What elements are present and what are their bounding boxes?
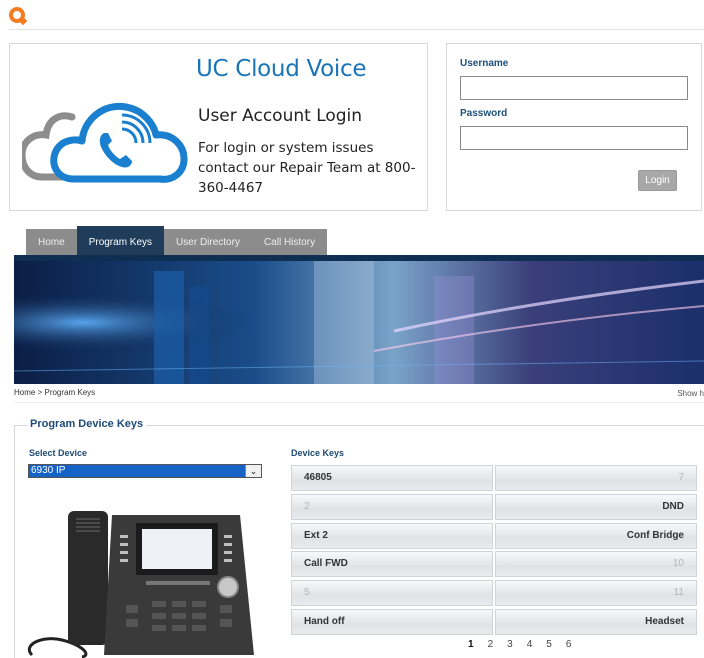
device-key-11[interactable]: 11: [495, 580, 697, 606]
breadcrumb-divider: [14, 402, 704, 403]
tab-call-history[interactable]: Call History: [251, 229, 328, 255]
section-title: Program Device Keys: [27, 418, 147, 430]
brand-title: UC Cloud Voice: [196, 56, 367, 82]
show-link[interactable]: Show h: [677, 389, 704, 398]
tab-user-directory[interactable]: User Directory: [164, 229, 252, 255]
device-key-2[interactable]: 2: [291, 494, 493, 520]
device-key-4[interactable]: Call FWD: [291, 551, 493, 577]
password-input[interactable]: [460, 126, 688, 150]
page-link[interactable]: 2: [488, 639, 494, 650]
device-key-3[interactable]: Ext 2: [291, 523, 493, 549]
device-key-5[interactable]: 5: [291, 580, 493, 606]
company-logo-icon[interactable]: [9, 7, 25, 23]
device-key-8[interactable]: DND: [495, 494, 697, 520]
city-lights-image: [14, 261, 704, 384]
brand-panel: UC Cloud Voice User Account Login For lo…: [9, 43, 428, 211]
device-select[interactable]: 6930 IP ⌄: [28, 464, 262, 478]
login-button[interactable]: Login: [638, 170, 677, 191]
device-keys-label: Device Keys: [291, 448, 345, 458]
tab-home[interactable]: Home: [26, 229, 77, 255]
login-heading: User Account Login: [198, 106, 363, 126]
device-key-9[interactable]: Conf Bridge: [495, 523, 697, 549]
device-key-6[interactable]: Hand off: [291, 609, 493, 635]
breadcrumb-separator: >: [37, 388, 43, 397]
device-key-1[interactable]: 46805: [291, 465, 493, 491]
login-panel: Username Password Login: [446, 43, 702, 211]
device-key-10[interactable]: 10: [495, 551, 697, 577]
main-nav: Home Program Keys User Directory Call Hi…: [26, 226, 328, 255]
password-label: Password: [460, 108, 508, 119]
header-divider: [9, 29, 704, 30]
page-link[interactable]: 4: [527, 639, 533, 650]
page-link[interactable]: 1: [468, 639, 474, 650]
page-link[interactable]: 3: [507, 639, 513, 650]
breadcrumb-current: Program Keys: [44, 388, 96, 397]
page-link[interactable]: 5: [546, 639, 552, 650]
breadcrumb: Home > Program Keys: [14, 388, 95, 397]
device-select-value: 6930 IP: [29, 465, 245, 477]
select-device-label: Select Device: [29, 448, 88, 458]
support-info: For login or system issues contact our R…: [198, 140, 416, 196]
hero-banner: [14, 261, 704, 384]
pagination: 1 2 3 4 5 6: [468, 639, 571, 650]
chevron-down-icon[interactable]: ⌄: [245, 465, 261, 477]
device-key-7[interactable]: 7: [495, 465, 697, 491]
desk-phone-image: [28, 511, 254, 658]
tab-program-keys[interactable]: Program Keys: [76, 226, 165, 255]
cloud-phone-icon: [22, 102, 188, 183]
username-input[interactable]: [460, 76, 688, 100]
username-label: Username: [460, 58, 509, 69]
breadcrumb-home[interactable]: Home: [14, 388, 35, 397]
page-link[interactable]: 6: [566, 639, 572, 650]
device-key-12[interactable]: Headset: [495, 609, 697, 635]
